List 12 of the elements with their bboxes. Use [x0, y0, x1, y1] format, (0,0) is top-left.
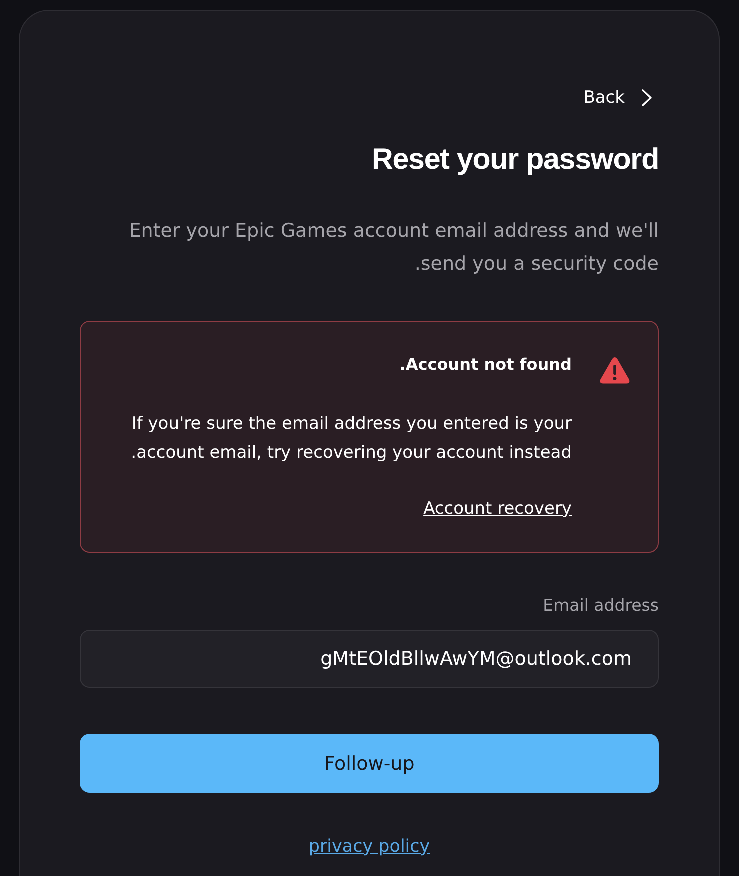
page-title: Reset your password: [371, 143, 659, 177]
follow-up-button[interactable]: Follow-up: [80, 734, 659, 793]
email-input[interactable]: gMtEOldBllwAwYM@outlook.com: [80, 630, 659, 688]
alert-message: If you're sure the email address you entered is your account email, try recovering your account instead.: [130, 413, 572, 465]
account-recovery-link[interactable]: Account recovery: [424, 498, 572, 520]
privacy-policy-link[interactable]: privacy policy: [308, 836, 430, 858]
email-label: Email address: [542, 595, 659, 617]
alert-title: Account not found.: [398, 354, 572, 376]
description-text: Enter your Epic Games account email address and we'll send you a security code.: [128, 219, 659, 277]
warning-icon: [600, 357, 630, 384]
chevron-right-icon: [641, 89, 653, 107]
back-link[interactable]: Back: [584, 87, 659, 109]
